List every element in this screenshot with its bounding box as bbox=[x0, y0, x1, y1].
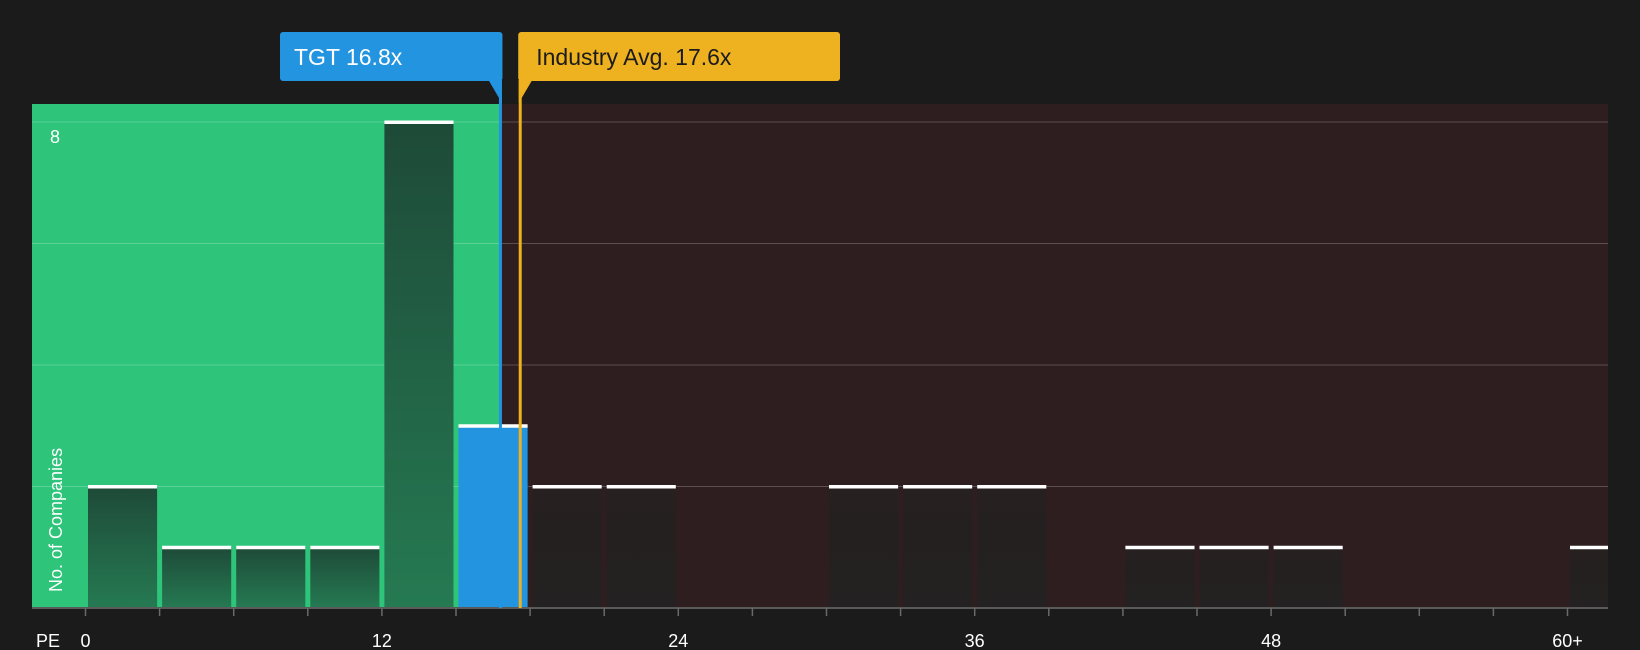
bar-cap-60 bbox=[1570, 545, 1608, 550]
x-axis-title: PE bbox=[36, 631, 60, 650]
chart-canvas: 0 12 24 36 48 60+ PE No. of Companies 8 TGT 1… bbox=[32, 32, 1609, 650]
x-axis-ticks: 0 12 24 36 48 60+ bbox=[80, 608, 1583, 650]
industry-callout-label: Industry Avg. 17.6x bbox=[536, 44, 732, 70]
x-tick-label-36: 36 bbox=[965, 631, 985, 650]
y-axis-title: No. of Companies bbox=[46, 448, 66, 592]
x-tick-label-60+: 60+ bbox=[1552, 631, 1583, 650]
industry-label: Industry Avg. bbox=[536, 44, 669, 70]
x-tick-label-24: 24 bbox=[668, 631, 688, 650]
company-callout-pointer bbox=[488, 80, 502, 103]
bar-cap-15 bbox=[458, 424, 528, 428]
bar-45 bbox=[1199, 547, 1269, 608]
bar-cap-9 bbox=[310, 545, 380, 550]
bar-cap-18 bbox=[532, 485, 602, 489]
bar-cap-21 bbox=[606, 485, 676, 489]
bar-12 bbox=[384, 122, 454, 608]
bar-cap-36 bbox=[977, 485, 1047, 489]
bar-42 bbox=[1125, 547, 1195, 608]
bar-cap-30 bbox=[829, 485, 899, 489]
bar-3 bbox=[162, 547, 232, 608]
bar-cap-0 bbox=[88, 485, 158, 489]
bar-30 bbox=[829, 486, 899, 608]
bar-cap-45 bbox=[1199, 545, 1269, 550]
bar-cap-48 bbox=[1273, 545, 1343, 550]
bar-cap-12 bbox=[384, 120, 454, 124]
company-callout-label: TGT 16.8x bbox=[294, 44, 403, 70]
bar-48 bbox=[1273, 547, 1343, 608]
company-ticker: TGT bbox=[294, 44, 340, 70]
bar-9 bbox=[310, 547, 380, 608]
bar-cap-42 bbox=[1125, 545, 1195, 550]
bar-36 bbox=[977, 486, 1047, 608]
bar-cap-3 bbox=[162, 545, 232, 550]
x-tick-label-12: 12 bbox=[372, 631, 392, 650]
pe-distribution-chart: 0 12 24 36 48 60+ PE No. of Companies 8 TGT 1… bbox=[0, 0, 1640, 650]
x-tick-label-0: 0 bbox=[80, 631, 90, 650]
bar-cap-6 bbox=[236, 545, 306, 550]
company-pe-value: 16.8x bbox=[346, 44, 403, 70]
bar-6 bbox=[236, 547, 306, 608]
y-tick-label-max: 8 bbox=[50, 127, 60, 147]
valuation-zones bbox=[32, 104, 1609, 608]
company-pe-callout: TGT 16.8x bbox=[280, 32, 503, 103]
bar-18 bbox=[532, 486, 602, 608]
bar-60 bbox=[1570, 547, 1608, 608]
x-tick-label-48: 48 bbox=[1261, 631, 1281, 650]
bar-15 bbox=[458, 425, 528, 608]
bar-33 bbox=[903, 486, 973, 608]
bar-21 bbox=[606, 486, 676, 608]
industry-avg-callout: Industry Avg. 17.6x bbox=[518, 32, 840, 103]
industry-pe-value: 17.6x bbox=[675, 44, 732, 70]
bar-0 bbox=[88, 486, 158, 608]
bar-cap-33 bbox=[903, 485, 973, 489]
